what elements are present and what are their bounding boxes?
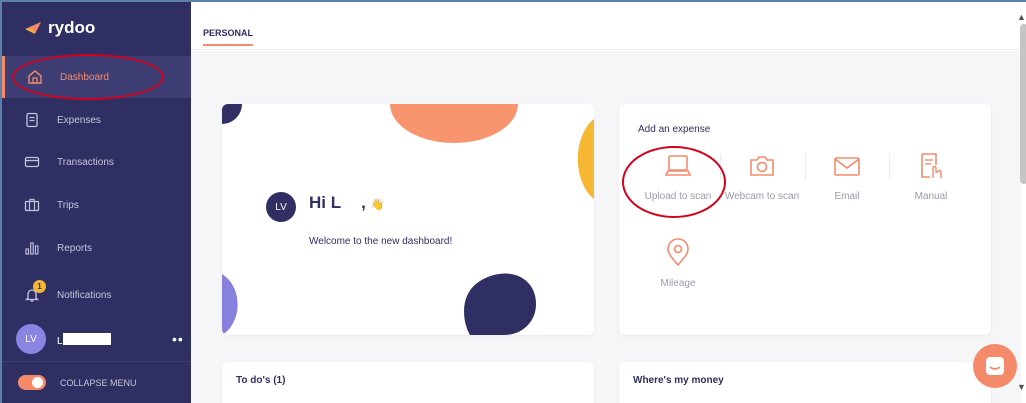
- dashboard-main: LV Hi L, 👋 Welcome to the new dashboard!…: [191, 51, 1021, 403]
- mail-icon: [834, 157, 860, 176]
- option-label: Manual: [914, 191, 948, 202]
- email-button[interactable]: Email: [802, 141, 892, 221]
- user-name: L: [57, 336, 63, 347]
- webcam-to-scan-button[interactable]: Webcam to scan: [717, 141, 807, 221]
- option-label: Email: [834, 191, 860, 202]
- notification-badge: 1: [33, 280, 46, 293]
- receipt-icon: [26, 112, 38, 128]
- sidebar-item-notifications[interactable]: 1 Notifications: [2, 274, 191, 316]
- add-expense-card: Add an expense Upload to scan Webcam to …: [619, 104, 991, 335]
- collapse-menu-label: COLLAPSE MENU: [60, 378, 137, 388]
- scroll-down-icon[interactable]: ▼: [1017, 382, 1026, 392]
- sidebar-item-trips[interactable]: Trips: [2, 184, 191, 226]
- brand-logo[interactable]: rydoo: [24, 18, 95, 38]
- sidebar-item-reports[interactable]: Reports: [2, 227, 191, 269]
- location-pin-icon: [667, 238, 689, 267]
- greeting-text: Hi L: [309, 193, 342, 212]
- sidebar-item-label: Expenses: [57, 114, 101, 126]
- chat-button[interactable]: [973, 344, 1017, 388]
- welcome-greeting: Hi L, 👋: [309, 193, 384, 213]
- sidebar-item-expenses[interactable]: Expenses: [2, 99, 191, 141]
- sidebar-item-transactions[interactable]: Transactions: [2, 141, 191, 183]
- avatar: LV: [266, 192, 296, 222]
- sidebar-item-label: Transactions: [57, 156, 114, 168]
- welcome-card: LV Hi L, 👋 Welcome to the new dashboard!: [222, 104, 594, 335]
- add-expense-title: Add an expense: [638, 124, 711, 135]
- sidebar-item-label: Notifications: [57, 289, 112, 301]
- avatar: LV: [16, 324, 46, 354]
- top-tab-bar: PERSONAL: [191, 2, 1026, 50]
- camera-icon: [750, 156, 774, 176]
- sidebar-item-label: Trips: [57, 199, 79, 211]
- money-card[interactable]: Where's my money: [619, 362, 991, 403]
- brand-name: rydoo: [48, 18, 96, 37]
- collapse-menu[interactable]: COLLAPSE MENU: [2, 361, 191, 403]
- mileage-button[interactable]: Mileage: [633, 228, 723, 308]
- greeting-comma: ,: [361, 193, 366, 212]
- chat-icon: [986, 357, 1004, 375]
- todos-title: To do's (1): [236, 375, 286, 386]
- option-label: Mileage: [660, 278, 696, 289]
- more-options-icon[interactable]: ••: [172, 331, 184, 347]
- manual-button[interactable]: Manual: [886, 141, 976, 221]
- app-window: rydoo Dashboard Expenses Transactions Tr…: [0, 0, 1026, 403]
- money-title: Where's my money: [633, 375, 724, 386]
- sidebar-item-label: Reports: [57, 242, 93, 254]
- annotation-circle-upload: [622, 146, 726, 218]
- suitcase-icon: [24, 198, 40, 212]
- tab-personal[interactable]: PERSONAL: [203, 28, 254, 46]
- collapse-toggle[interactable]: [18, 375, 46, 390]
- redacted-name: [63, 333, 111, 345]
- bar-chart-icon: [25, 242, 39, 255]
- scroll-up-icon[interactable]: ▲: [1017, 12, 1026, 22]
- scrollbar-thumb[interactable]: [1020, 24, 1026, 184]
- user-menu[interactable]: LV L ••: [2, 322, 191, 358]
- card-icon: [24, 156, 40, 168]
- rydoo-logo-icon: [25, 22, 41, 34]
- manual-entry-icon: [921, 153, 942, 178]
- wave-icon: 👋: [370, 199, 385, 211]
- annotation-circle-dashboard: [12, 54, 164, 100]
- todos-card[interactable]: To do's (1): [222, 362, 594, 403]
- welcome-message: Welcome to the new dashboard!: [309, 236, 453, 247]
- option-label: Webcam to scan: [724, 191, 800, 202]
